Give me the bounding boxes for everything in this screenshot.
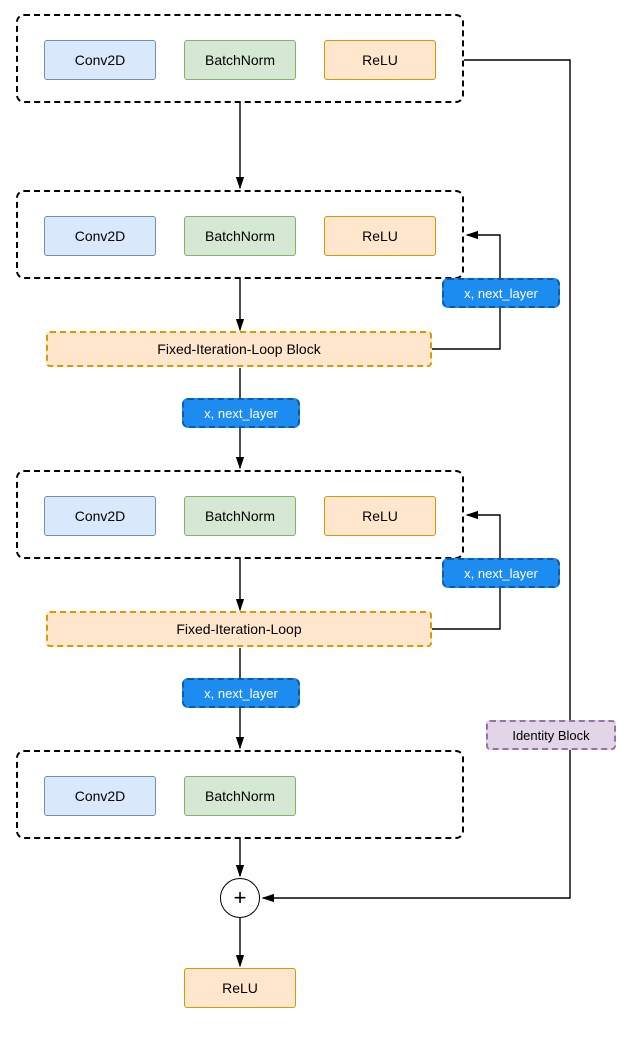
loop1-out-tag: x, next_layer	[182, 398, 300, 428]
relu-box: ReLU	[324, 216, 436, 256]
conv2d-box: Conv2D	[44, 496, 156, 536]
fixed-iteration-loop: Fixed-Iteration-Loop	[46, 611, 432, 647]
block-1: Conv2D BatchNorm ReLU	[16, 14, 464, 103]
block-2: Conv2D BatchNorm ReLU	[16, 190, 464, 279]
block-3: Conv2D BatchNorm ReLU	[16, 470, 464, 559]
relu-box: ReLU	[324, 496, 436, 536]
conv2d-box: Conv2D	[44, 40, 156, 80]
conv2d-box: Conv2D	[44, 776, 156, 816]
loop1-back-tag: x, next_layer	[442, 278, 560, 308]
block-4: Conv2D BatchNorm	[16, 750, 464, 839]
relu-box: ReLU	[324, 40, 436, 80]
batchnorm-label: BatchNorm	[205, 52, 275, 68]
loop2-out-tag: x, next_layer	[182, 678, 300, 708]
batchnorm-box: BatchNorm	[184, 496, 296, 536]
add-node: +	[220, 878, 260, 918]
batchnorm-box: BatchNorm	[184, 40, 296, 80]
identity-block: Identity Block	[486, 720, 616, 750]
final-relu: ReLU	[184, 968, 296, 1008]
conv2d-label: Conv2D	[75, 52, 126, 68]
relu-label: ReLU	[362, 52, 398, 68]
batchnorm-box: BatchNorm	[184, 776, 296, 816]
diagram-canvas: Conv2D BatchNorm ReLU Conv2D BatchNorm R…	[0, 0, 640, 1046]
batchnorm-box: BatchNorm	[184, 216, 296, 256]
conv2d-box: Conv2D	[44, 216, 156, 256]
fixed-iteration-loop-block: Fixed-Iteration-Loop Block	[46, 331, 432, 367]
loop2-back-tag: x, next_layer	[442, 558, 560, 588]
